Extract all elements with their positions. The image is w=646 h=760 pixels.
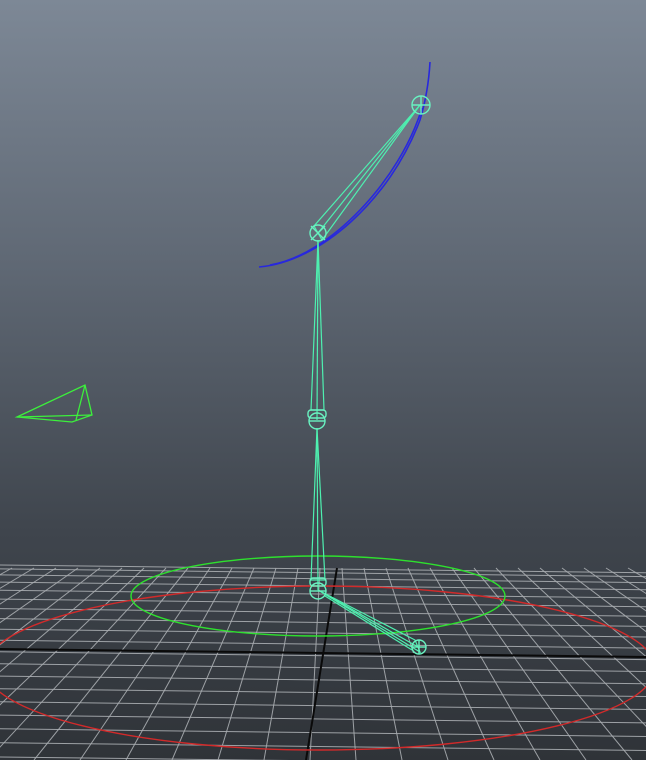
grid-line-h xyxy=(0,688,646,697)
grid-line-v xyxy=(583,567,646,612)
joint-upper[interactable] xyxy=(309,224,327,242)
grid-line-h xyxy=(0,675,646,685)
grid-line-h xyxy=(0,701,646,710)
grid-line-v xyxy=(407,567,495,760)
grid-line-v xyxy=(385,567,449,760)
ik-spline-curve-outer[interactable] xyxy=(258,61,431,268)
grid-line-v xyxy=(363,567,403,760)
grid-line-h xyxy=(0,714,646,724)
bone-foot-inner xyxy=(317,589,419,648)
grid-line-v xyxy=(341,567,357,760)
grid-line-v xyxy=(217,567,277,760)
grid-line-h xyxy=(0,564,646,574)
camera-locator-icon[interactable] xyxy=(14,384,93,423)
joint-top[interactable] xyxy=(411,95,431,115)
maya-viewport[interactable] xyxy=(0,0,646,760)
grid-line-h xyxy=(0,618,646,627)
bone-spine-top-inner xyxy=(317,104,421,234)
grid-line-v xyxy=(263,567,299,760)
scene-canvas[interactable] xyxy=(0,0,646,760)
grid-line-h xyxy=(0,639,646,649)
ground-grid xyxy=(0,564,646,760)
grid-line-v xyxy=(627,567,646,580)
joint-foot[interactable] xyxy=(411,639,427,655)
grid-line-h xyxy=(0,663,646,672)
grid-line-h xyxy=(0,598,646,608)
